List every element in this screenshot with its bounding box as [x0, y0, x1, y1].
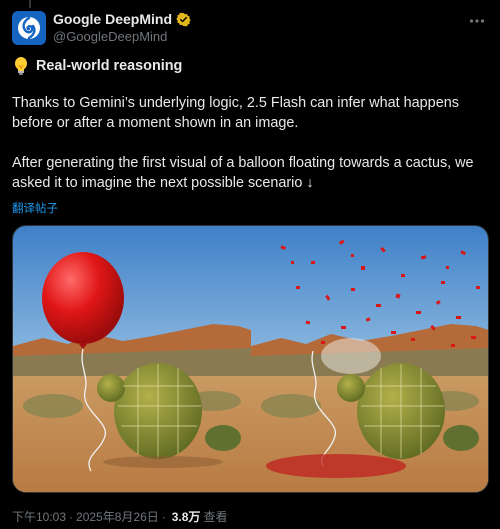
- meta-separator: ·: [161, 509, 166, 524]
- tweet-date[interactable]: 2025年8月26日: [76, 508, 159, 525]
- tweet-headline: Real-world reasoning: [12, 56, 490, 76]
- verified-badge-icon[interactable]: [176, 12, 191, 27]
- views-label: 查看: [203, 510, 228, 524]
- translate-post-link[interactable]: 翻译帖子: [12, 200, 58, 216]
- views-count[interactable]: 3.8万: [172, 508, 201, 525]
- meta-separator: ·: [69, 509, 74, 524]
- media-grid: [12, 225, 489, 493]
- more-icon[interactable]: [468, 12, 486, 35]
- avatar[interactable]: [12, 11, 46, 45]
- headline-text: Real-world reasoning: [36, 58, 183, 74]
- author-handle[interactable]: @GoogleDeepMind: [53, 28, 191, 45]
- deepmind-logo-icon: [18, 16, 40, 40]
- confetti-cactus-image[interactable]: [251, 226, 488, 492]
- author-name[interactable]: Google DeepMind: [53, 11, 172, 28]
- tweet-paragraph-2: After generating the first visual of a b…: [12, 155, 474, 191]
- balloon-cactus-image[interactable]: [13, 226, 251, 492]
- thread-line: [29, 0, 31, 8]
- tweet-paragraph-1: Thanks to Gemini’s underlying logic, 2.5…: [12, 95, 459, 131]
- light-bulb-icon: [12, 56, 30, 76]
- tweet-meta: 下午10:03 · 2025年8月26日 · 3.8万 查看: [12, 508, 227, 525]
- tweet-time[interactable]: 下午10:03: [12, 508, 66, 525]
- author-info: Google DeepMind @GoogleDeepMind: [53, 11, 191, 45]
- tweet-text: Real-world reasoning Thanks to Gemini’s …: [12, 56, 490, 193]
- tweet-header: Google DeepMind @GoogleDeepMind: [12, 10, 488, 46]
